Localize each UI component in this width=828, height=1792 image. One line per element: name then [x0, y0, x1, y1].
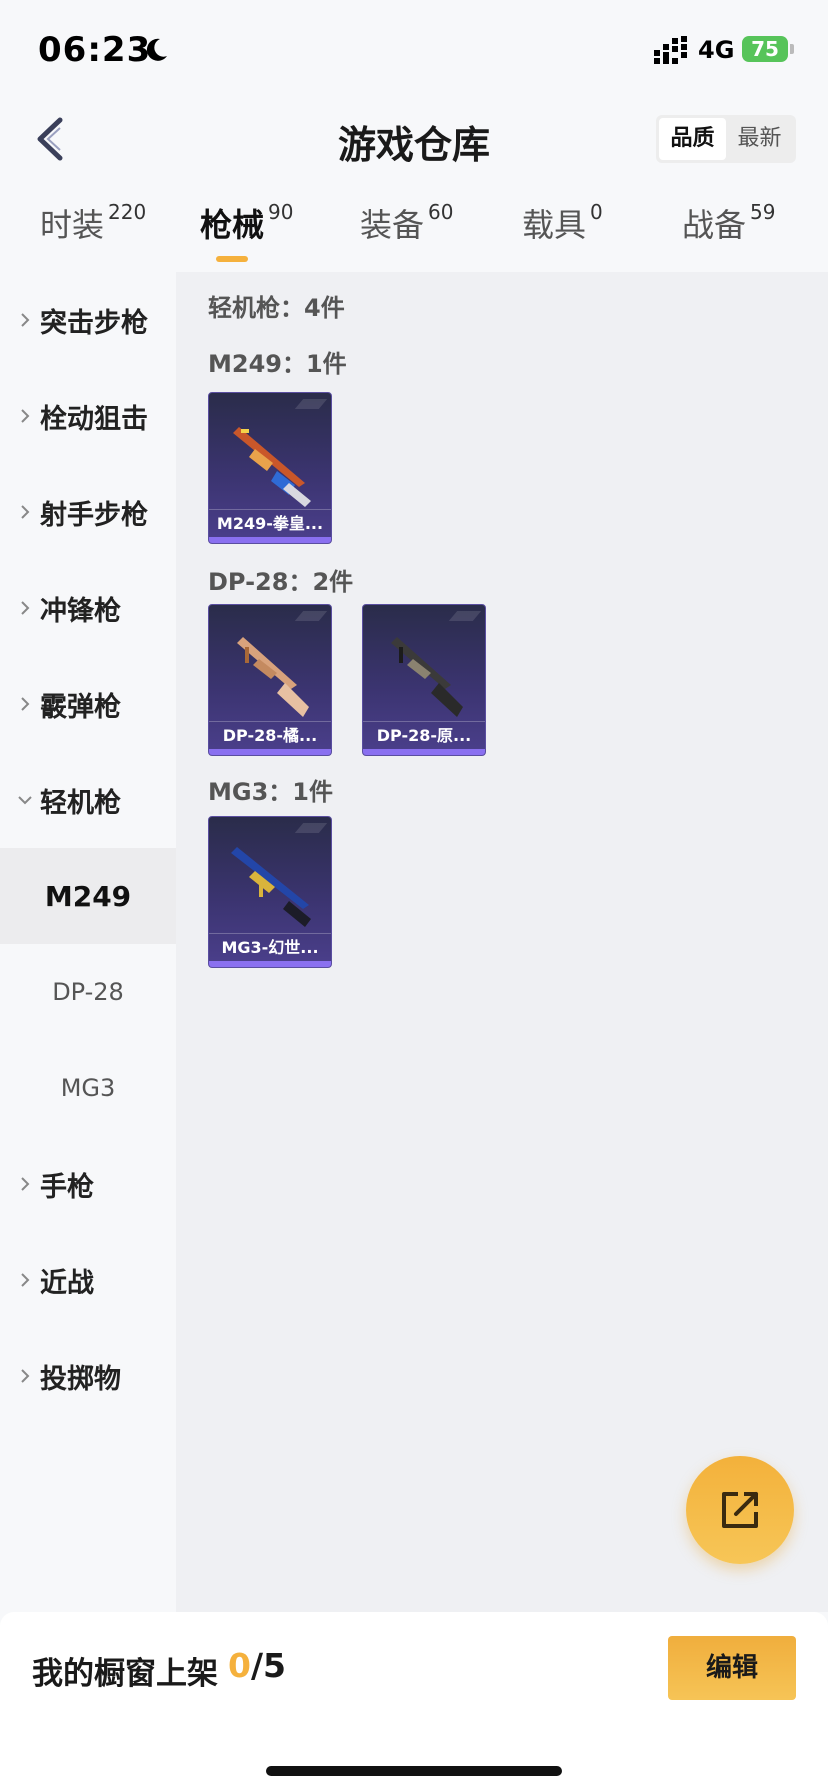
home-indicator[interactable] [266, 1766, 562, 1776]
tab-label: 装备 [360, 206, 425, 244]
weapon-skin-image [237, 637, 309, 717]
item-card[interactable]: M249-拳皇... [208, 392, 332, 544]
item-card[interactable]: DP-28-原... [362, 604, 486, 756]
tab-count: 220 [108, 200, 147, 224]
sidebar-item-label: 轻机枪 [40, 787, 121, 819]
status-time: 06:23 [38, 30, 152, 70]
tab-label: 时装 [40, 206, 105, 244]
sidebar-subitem-mg3[interactable]: MG3 [0, 1040, 176, 1136]
quality-bar [209, 749, 331, 755]
sidebar-item-label: 栓动狙击 [40, 403, 148, 435]
sidebar-item-label: 霰弹枪 [40, 691, 121, 723]
network-label: 4G [698, 36, 735, 64]
sidebar-item-bolt-sniper[interactable]: 栓动狙击 [0, 368, 176, 464]
battery-indicator: 75 [742, 36, 788, 62]
tab-count: 90 [268, 200, 294, 224]
shelf-separator: / [250, 1646, 264, 1685]
active-tab-indicator [216, 256, 248, 262]
sidebar-item-melee[interactable]: 近战 [0, 1232, 176, 1328]
tab-firearms[interactable]: 枪械 90 [200, 200, 293, 260]
card-corner-decoration [294, 823, 328, 833]
tab-label: 战备 [682, 206, 747, 244]
edit-button[interactable]: 编辑 [668, 1636, 796, 1700]
sidebar-item-label: 冲锋枪 [40, 595, 121, 627]
sidebar-subitem-dp28[interactable]: DP-28 [0, 944, 176, 1040]
tab-fashion[interactable]: 时装 220 [40, 200, 146, 260]
sidebar-item-assault-rifle[interactable]: 突击步枪 [0, 272, 176, 368]
sort-toggle: 品质 最新 [656, 115, 796, 163]
item-name: DP-28-橘... [209, 721, 331, 749]
tab-count: 59 [750, 200, 776, 224]
card-corner-decoration [448, 611, 482, 621]
weapon-skin-image [233, 427, 311, 507]
sidebar-item-shotgun[interactable]: 霰弹枪 [0, 656, 176, 752]
quality-bar [209, 961, 331, 967]
bottom-bar: 我的橱窗上架 0/5 编辑 [0, 1612, 828, 1792]
item-list: 轻机枪：4件 M249：1件 M249-拳皇... DP-28：2件 DP-28… [176, 272, 828, 1612]
tab-supplies[interactable]: 战备 59 [682, 200, 775, 260]
chevron-right-icon [21, 1369, 30, 1383]
sort-quality-button[interactable]: 品质 [659, 118, 726, 160]
share-button[interactable] [686, 1456, 794, 1564]
moon-icon [146, 38, 167, 61]
group-label: M249：1件 [208, 350, 347, 378]
battery-tip [790, 44, 794, 54]
sidebar-item-smg[interactable]: 冲锋枪 [0, 560, 176, 656]
sidebar-item-label: 近战 [40, 1267, 94, 1299]
sidebar-item-marksman-rifle[interactable]: 射手步枪 [0, 464, 176, 560]
chevron-right-icon [21, 601, 30, 615]
sidebar-item-label: 手枪 [40, 1171, 94, 1203]
quality-bar [363, 749, 485, 755]
sidebar-item-label: 投掷物 [40, 1363, 121, 1395]
tab-equipment[interactable]: 装备 60 [360, 200, 453, 260]
tab-label: 载具 [522, 206, 587, 244]
weapon-skin-image [391, 637, 463, 717]
shelf-count: 0/5 [228, 1646, 286, 1685]
shelf-total: 5 [263, 1646, 286, 1685]
sidebar-item-label: 突击步枪 [40, 307, 148, 339]
shelf-used: 0 [228, 1646, 251, 1685]
chevron-right-icon [21, 1177, 30, 1191]
status-bar: 06:23 4G 75 [0, 0, 828, 100]
group-label: MG3：1件 [208, 778, 333, 806]
sort-newest-button[interactable]: 最新 [726, 118, 793, 160]
quality-bar [209, 537, 331, 543]
sidebar-item-label: 射手步枪 [40, 499, 148, 531]
tab-count: 0 [590, 200, 603, 224]
item-card[interactable]: DP-28-橘... [208, 604, 332, 756]
tab-vehicles[interactable]: 载具 0 [522, 200, 603, 260]
tab-label: 枪械 [200, 206, 265, 244]
battery-level: 75 [751, 37, 779, 61]
item-name: MG3-幻世... [209, 933, 331, 961]
card-corner-decoration [294, 611, 328, 621]
chevron-right-icon [21, 697, 30, 711]
sidebar-item-pistol[interactable]: 手枪 [0, 1136, 176, 1232]
shelf-label: 我的橱窗上架 [32, 1656, 218, 1692]
signal-icon [654, 36, 687, 64]
tab-count: 60 [428, 200, 454, 224]
weapon-skin-image [231, 847, 311, 927]
sidebar-item-throwable[interactable]: 投掷物 [0, 1328, 176, 1424]
chevron-right-icon [21, 505, 30, 519]
group-label: DP-28：2件 [208, 568, 354, 596]
sidebar-subitem-m249[interactable]: M249 [0, 848, 176, 944]
sidebar: 突击步枪 栓动狙击 射手步枪 冲锋枪 霰弹枪 轻机枪 M249 DP-28 MG… [0, 272, 176, 1612]
item-card[interactable]: MG3-幻世... [208, 816, 332, 968]
item-name: M249-拳皇... [209, 509, 331, 537]
card-corner-decoration [294, 399, 328, 409]
share-icon [722, 1492, 758, 1528]
chevron-down-icon [18, 796, 32, 805]
category-summary: 轻机枪：4件 [208, 294, 345, 322]
item-name: DP-28-原... [363, 721, 485, 749]
category-tabs: 时装 220 枪械 90 装备 60 载具 0 战备 59 [0, 200, 828, 270]
chevron-right-icon [21, 313, 30, 327]
chevron-right-icon [21, 409, 30, 423]
chevron-right-icon [21, 1273, 30, 1287]
sidebar-item-lmg[interactable]: 轻机枪 [0, 752, 176, 848]
